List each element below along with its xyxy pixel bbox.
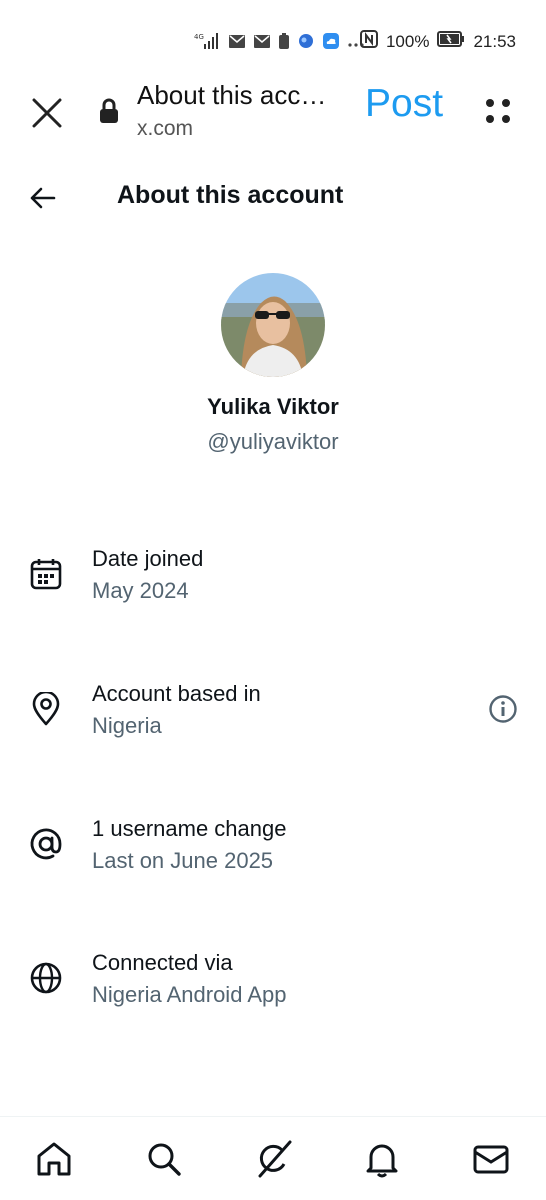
- back-arrow-icon[interactable]: [28, 184, 56, 212]
- bottom-nav-divider: [0, 1116, 546, 1117]
- notifications-icon[interactable]: [363, 1140, 401, 1178]
- avatar[interactable]: [221, 273, 325, 377]
- app-notification-icon: [298, 33, 314, 54]
- status-right-cluster: 100% 21:53: [359, 30, 516, 53]
- detail-value: May 2024: [92, 578, 189, 603]
- profile-display-name: Yulika Viktor: [207, 394, 339, 419]
- detail-title: 1 username change: [92, 816, 287, 841]
- globe-icon: [29, 961, 63, 995]
- calendar-icon: [29, 557, 63, 591]
- status-notification-icons: 4G: [194, 32, 364, 55]
- svg-text:4G: 4G: [194, 33, 204, 41]
- page-title: About this account: [117, 181, 344, 209]
- signal-icon: 4G: [194, 32, 220, 55]
- battery-saver-icon: [279, 33, 289, 54]
- search-icon[interactable]: [145, 1140, 183, 1178]
- nfc-icon: [359, 30, 378, 53]
- lock-icon: [98, 98, 120, 124]
- at-sign-icon: [29, 827, 63, 861]
- clock: 21:53: [473, 31, 516, 51]
- detail-value: Nigeria Android App: [92, 982, 287, 1007]
- grok-icon[interactable]: [254, 1140, 292, 1178]
- detail-value: Nigeria: [92, 713, 162, 738]
- detail-value: Last on June 2025: [92, 848, 274, 873]
- cloud-app-icon: [323, 33, 339, 54]
- battery-charging-icon: [437, 31, 465, 52]
- mail-notification-icon: [254, 34, 270, 53]
- detail-title: Connected via: [92, 950, 233, 975]
- battery-percent: 100%: [385, 31, 430, 51]
- detail-title: Date joined: [92, 546, 204, 571]
- mail-notification-icon: [229, 34, 245, 53]
- browser-page-title: About this acc…: [137, 80, 327, 110]
- detail-title: Account based in: [92, 681, 261, 706]
- browser-url-host: x.com: [137, 117, 194, 140]
- more-options-icon[interactable]: [482, 95, 514, 127]
- close-icon[interactable]: [28, 94, 66, 132]
- profile-handle: @yuliyaviktor: [207, 429, 339, 454]
- home-icon[interactable]: [35, 1140, 73, 1178]
- messages-icon[interactable]: [472, 1140, 510, 1178]
- location-pin-icon: [29, 690, 63, 726]
- post-button[interactable]: Post: [365, 82, 443, 126]
- info-icon[interactable]: [488, 694, 518, 724]
